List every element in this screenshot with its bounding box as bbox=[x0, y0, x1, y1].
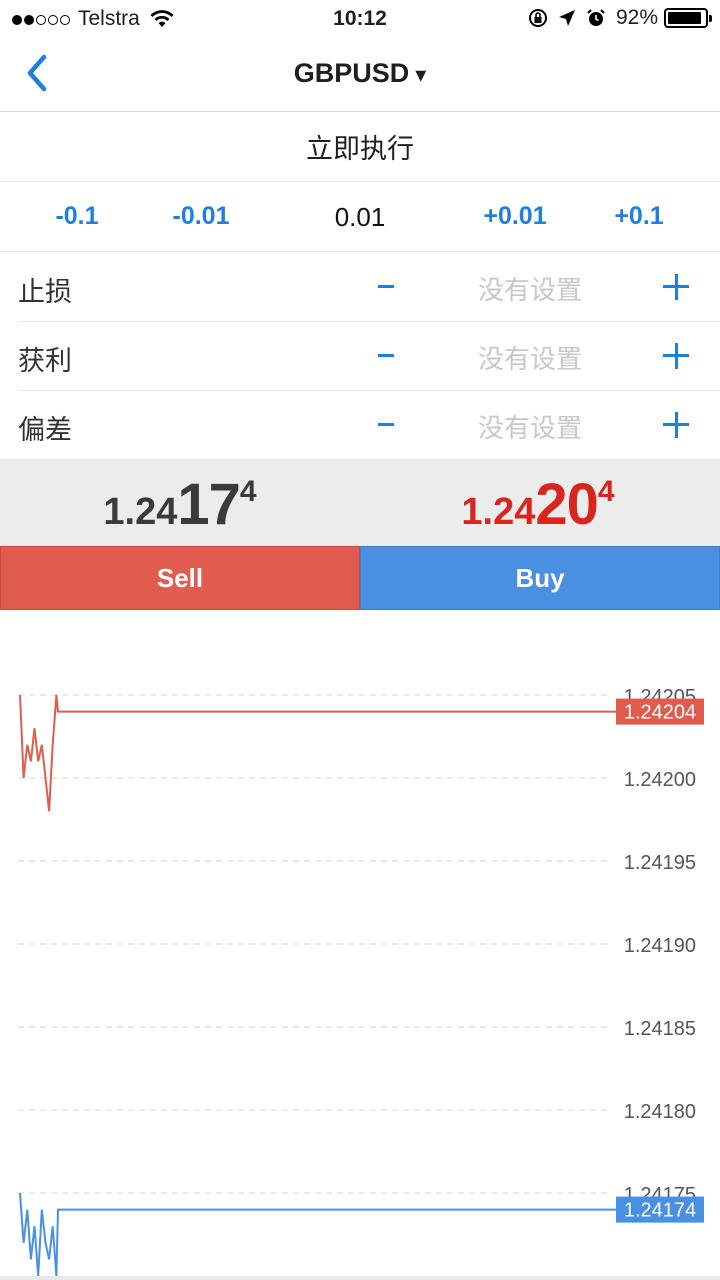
battery-cap bbox=[709, 15, 712, 22]
tick-chart: 1.24205 1.24200 1.24195 1.24190 1.24185 1.241… bbox=[0, 610, 720, 1280]
ask-price-base: 1.24 bbox=[461, 491, 536, 533]
take-profit-row: 获利 没有设置 bbox=[0, 321, 720, 391]
status-bar: Telstra 10:12 92% bbox=[0, 0, 720, 38]
stop-loss-value[interactable]: 没有设置 bbox=[440, 270, 620, 307]
ask-series-line bbox=[19, 694, 618, 812]
deviation-label: 偏差 bbox=[18, 415, 72, 445]
execution-type-selector[interactable]: 立即执行 bbox=[0, 112, 720, 182]
ask-last-price-label: 1.24204 bbox=[624, 702, 696, 724]
trade-buttons: Sell Buy bbox=[0, 546, 720, 610]
battery-icon bbox=[664, 8, 712, 28]
alarm-icon bbox=[587, 9, 605, 26]
ask-price-pips: 20 bbox=[535, 472, 599, 537]
ask-price: 1.24204 bbox=[358, 471, 718, 538]
chart-bottom-border bbox=[0, 1276, 720, 1280]
volume-increase-large-button[interactable]: +0.1 bbox=[584, 202, 694, 231]
order-screen: Telstra 10:12 92% GBPUSD ▾ 立即执行 -0.1 -0.… bbox=[0, 0, 720, 1280]
y-tick-label: 1.24185 bbox=[624, 1018, 696, 1040]
deviation-plus-button[interactable] bbox=[656, 404, 696, 444]
status-right: 92% bbox=[528, 6, 712, 30]
stop-loss-minus-button[interactable] bbox=[368, 266, 408, 306]
location-arrow-icon bbox=[558, 10, 575, 26]
take-profit-value[interactable]: 没有设置 bbox=[440, 339, 620, 376]
ask-price-fraction: 4 bbox=[597, 475, 615, 508]
y-tick-label: 1.24180 bbox=[624, 1101, 696, 1123]
volume-decrease-small-button[interactable]: -0.01 bbox=[146, 202, 256, 231]
symbol-selector[interactable]: GBPUSD ▾ bbox=[0, 58, 720, 89]
stop-loss-label: 止损 bbox=[18, 277, 72, 307]
y-tick-label: 1.24200 bbox=[624, 769, 696, 791]
bid-price-fraction: 4 bbox=[239, 475, 257, 508]
battery-fill bbox=[668, 12, 702, 24]
take-profit-minus-button[interactable] bbox=[368, 335, 408, 375]
y-tick-label: 1.24195 bbox=[624, 852, 696, 874]
price-band: 1.24174 1.24204 bbox=[0, 459, 720, 546]
volume-decrease-large-button[interactable]: -0.1 bbox=[22, 202, 132, 231]
deviation-row: 偏差 没有设置 bbox=[0, 390, 720, 460]
sell-button[interactable]: Sell bbox=[0, 546, 360, 610]
stop-loss-row: 止损 没有设置 bbox=[0, 252, 720, 322]
bid-price-base: 1.24 bbox=[103, 491, 178, 533]
bid-price: 1.24174 bbox=[0, 471, 360, 538]
bid-series-line bbox=[19, 1192, 618, 1277]
deviation-value[interactable]: 没有设置 bbox=[440, 408, 620, 445]
take-profit-label: 获利 bbox=[18, 346, 72, 376]
battery-percent: 92% bbox=[615, 6, 658, 29]
dropdown-caret-icon: ▾ bbox=[415, 62, 427, 87]
bid-last-price-label: 1.24174 bbox=[624, 1200, 696, 1222]
deviation-minus-button[interactable] bbox=[368, 404, 408, 444]
y-tick-label: 1.24190 bbox=[624, 935, 696, 957]
volume-value[interactable]: 0.01 bbox=[300, 202, 420, 233]
rotation-lock-icon bbox=[528, 9, 547, 27]
take-profit-plus-button[interactable] bbox=[656, 335, 696, 375]
stop-loss-plus-button[interactable] bbox=[656, 266, 696, 306]
volume-stepper: -0.1 -0.01 0.01 +0.01 +0.1 bbox=[0, 182, 720, 252]
tick-chart-svg: 1.242051.242001.241951.241901.241851.241… bbox=[18, 686, 704, 1277]
bid-price-pips: 17 bbox=[177, 472, 241, 537]
volume-increase-small-button[interactable]: +0.01 bbox=[460, 202, 570, 231]
buy-button[interactable]: Buy bbox=[360, 546, 720, 610]
execution-type-label: 立即执行 bbox=[306, 134, 414, 164]
symbol-title: GBPUSD bbox=[293, 58, 410, 88]
navigation-bar: GBPUSD ▾ bbox=[0, 38, 720, 112]
